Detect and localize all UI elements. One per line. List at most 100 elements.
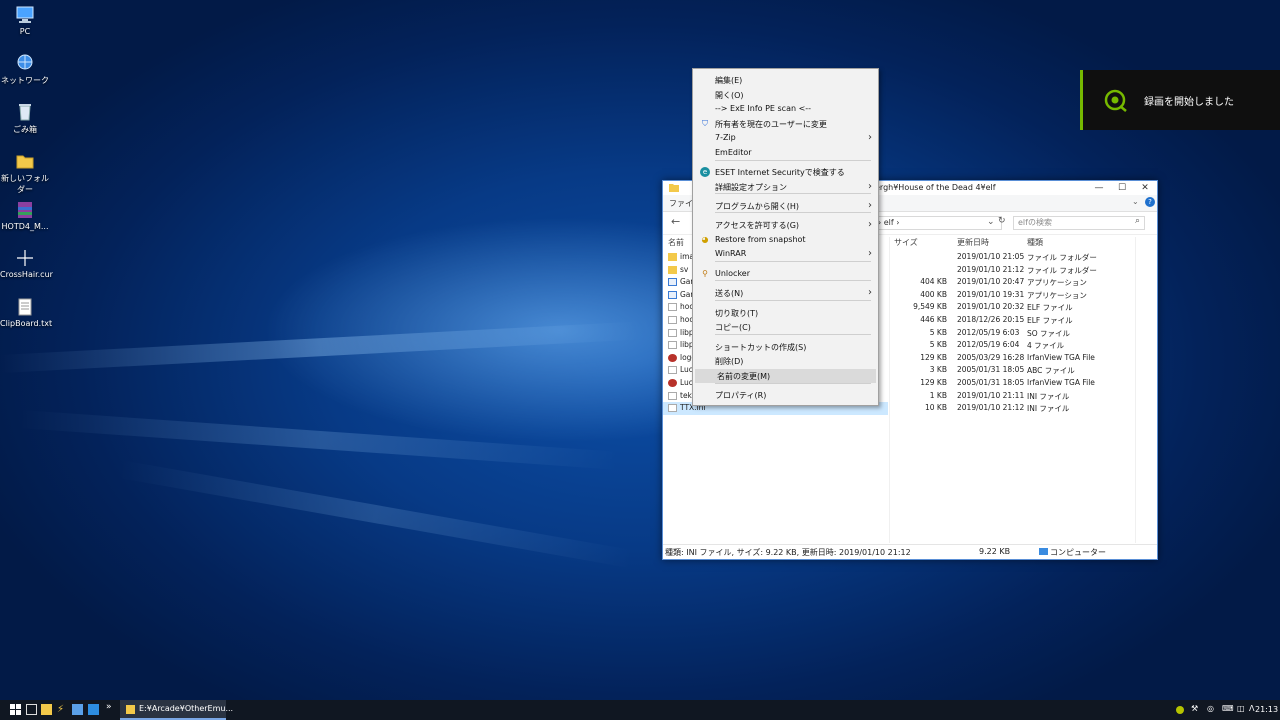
wallpaper-light-beam xyxy=(19,410,620,470)
context-menu-item[interactable]: プロパティ(R) xyxy=(693,388,878,402)
file-size: 129 KB xyxy=(920,377,947,387)
column-date[interactable]: 更新日時 xyxy=(957,237,989,248)
context-menu-item-label: プログラムから開く(H) xyxy=(715,201,800,211)
context-menu-item[interactable]: コピー(C) xyxy=(693,320,878,334)
desktop-icon-new-folder[interactable]: 新しいフォルダー xyxy=(0,152,50,195)
minimize-button[interactable]: — xyxy=(1087,181,1111,195)
submenu-arrow-icon: › xyxy=(868,132,872,143)
file-date: 2019/01/10 20:32 xyxy=(957,302,1025,312)
context-menu-item[interactable]: ◕ Restore from snapshot xyxy=(693,233,878,247)
file-date: 2012/05/19 6:04 xyxy=(957,340,1020,350)
context-menu-item[interactable]: 詳細設定オプション › xyxy=(693,180,878,194)
file-name: Luc xyxy=(680,377,693,387)
irfanview-icon xyxy=(668,378,677,387)
file-type: IrfanView TGA File xyxy=(1027,377,1095,387)
back-arrow-icon[interactable]: ← xyxy=(671,215,680,228)
help-icon[interactable]: ? xyxy=(1145,197,1155,207)
context-menu-item-label: 詳細設定オプション xyxy=(715,182,787,192)
refresh-icon[interactable]: ↻ xyxy=(998,216,1006,226)
context-menu-item[interactable]: 送る(N) › xyxy=(693,286,878,300)
menu-separator xyxy=(715,261,871,262)
overflow-chevron-icon[interactable]: » xyxy=(106,702,117,713)
context-menu-item-label: EmEditor xyxy=(715,147,752,157)
desktop-icon-network[interactable]: ネットワーク xyxy=(0,54,50,86)
context-menu-item-label: ショートカットの作成(S) xyxy=(715,342,807,352)
context-menu-item-label: 編集(E) xyxy=(715,76,743,85)
file-type: アプリケーション xyxy=(1027,290,1087,300)
context-menu-item[interactable]: 削除(D) xyxy=(693,354,878,368)
tray-network-icon[interactable]: ⌨ xyxy=(1222,704,1234,713)
menu-separator xyxy=(715,383,871,384)
desktop-icon-pc[interactable]: PC xyxy=(0,6,50,36)
search-input[interactable]: elfの検索 xyxy=(1013,216,1145,230)
file-date: 2005/03/29 16:28 xyxy=(957,352,1025,362)
search-icon: ⌕ xyxy=(1135,216,1141,226)
close-button[interactable]: ✕ xyxy=(1133,181,1157,195)
window-title-path: ergh¥House of the Dead 4¥elf xyxy=(875,183,996,192)
desktop-icon-label: HOTD4_M... xyxy=(1,222,49,231)
context-menu-item[interactable]: プログラムから開く(H) › xyxy=(693,199,878,213)
column-size[interactable]: サイズ xyxy=(894,237,918,248)
context-menu-item[interactable]: 編集(E) xyxy=(693,73,878,87)
context-menu-item[interactable]: EmEditor xyxy=(693,146,878,160)
snapshot-icon: ◕ xyxy=(701,234,709,244)
column-name[interactable]: 名前 xyxy=(668,237,684,248)
context-menu-item[interactable]: 名前の変更(M) xyxy=(695,368,876,383)
context-menu-item[interactable]: 切り取り(T) xyxy=(693,306,878,320)
tray-volume-icon[interactable]: ◫ xyxy=(1237,704,1245,713)
file-type: IrfanView TGA File xyxy=(1027,352,1095,362)
context-menu: 編集(E) 開く(O) --> ExE Info PE scan <-- ⛉ 所有者を現… xyxy=(692,68,879,406)
taskbar-explorer-task[interactable]: E:¥Arcade¥OtherEmu... xyxy=(120,700,233,720)
file-date: 2005/01/31 18:05 xyxy=(957,377,1025,387)
tray-tool-icon[interactable]: ⚒ xyxy=(1191,704,1198,713)
status-bar: 種類: INI ファイル, サイズ: 9.22 KB, 更新日時: 2019/0… xyxy=(663,544,1157,559)
desktop-icon-clipboard[interactable]: ClipBoard.txt xyxy=(0,298,52,328)
context-menu-item[interactable]: ⚲ Unlocker xyxy=(693,267,878,281)
context-menu-item[interactable]: アクセスを許可する(G) › xyxy=(693,218,878,232)
desktop-icon-hotd4-archive[interactable]: HOTD4_M... xyxy=(0,201,50,231)
task-view-icon[interactable] xyxy=(26,704,37,715)
grid-app-icon[interactable] xyxy=(72,704,83,715)
address-bar[interactable]: › elf › xyxy=(873,216,1002,230)
app-pinned-icon[interactable]: ⚡ xyxy=(57,704,68,715)
context-menu-item[interactable]: ショートカットの作成(S) xyxy=(693,340,878,354)
context-menu-item[interactable]: 7-Zip › xyxy=(693,131,878,145)
winrar-archive-icon xyxy=(18,202,32,218)
desktop-icon-label: CrossHair.cur xyxy=(0,270,53,279)
application-icon xyxy=(668,278,677,287)
desktop-icon-crosshair[interactable]: CrossHair.cur xyxy=(0,249,53,279)
file-size: 3 KB xyxy=(929,365,947,375)
context-menu-item[interactable]: WinRAR › xyxy=(693,247,878,261)
mail-icon[interactable] xyxy=(88,704,99,715)
chevron-down-icon[interactable]: ⌄ xyxy=(1132,197,1139,206)
context-menu-item-label: 名前の変更(M) xyxy=(717,371,771,381)
column-type[interactable]: 種類 xyxy=(1027,237,1043,248)
context-menu-item[interactable]: 開く(O) xyxy=(693,88,878,102)
context-menu-item[interactable]: e ESET Internet Securityで検査する xyxy=(693,165,878,179)
file-size: 404 KB xyxy=(920,277,947,287)
menu-separator xyxy=(715,160,871,161)
file-icon xyxy=(668,315,677,324)
tray-sync-icon[interactable]: ◎ xyxy=(1207,704,1214,713)
chevron-down-icon[interactable]: ⌄ xyxy=(987,217,995,227)
context-menu-item-label: WinRAR xyxy=(715,249,747,258)
file-icon xyxy=(668,404,677,413)
desktop-icon-recycle-bin[interactable]: ごみ箱 xyxy=(0,103,50,135)
computer-icon xyxy=(1039,548,1048,555)
wallpaper-light-beam xyxy=(0,321,640,373)
file-date: 2019/01/10 19:31 xyxy=(957,289,1025,299)
context-menu-item-label: ESET Internet Securityで検査する xyxy=(715,168,845,177)
taskbar-clock[interactable]: 21:13 xyxy=(1255,705,1278,714)
explorer-pinned-icon[interactable] xyxy=(41,704,52,715)
maximize-button[interactable]: ☐ xyxy=(1110,181,1134,195)
file-date: 2019/01/10 21:12 xyxy=(957,403,1025,413)
context-menu-item-label: 所有者を現在のユーザーに変更 xyxy=(715,119,827,129)
context-menu-item[interactable]: ⛉ 所有者を現在のユーザーに変更 xyxy=(693,117,878,131)
tray-nvidia-icon[interactable] xyxy=(1176,706,1184,714)
context-menu-item[interactable]: --> ExE Info PE scan <-- xyxy=(693,102,878,116)
context-menu-item-label: 送る(N) xyxy=(715,289,744,298)
start-button-icon[interactable] xyxy=(10,704,21,715)
file-type: INI ファイル xyxy=(1027,404,1070,414)
tray-ime-icon[interactable]: Λ xyxy=(1249,704,1254,713)
cursor-file-icon xyxy=(17,250,33,266)
